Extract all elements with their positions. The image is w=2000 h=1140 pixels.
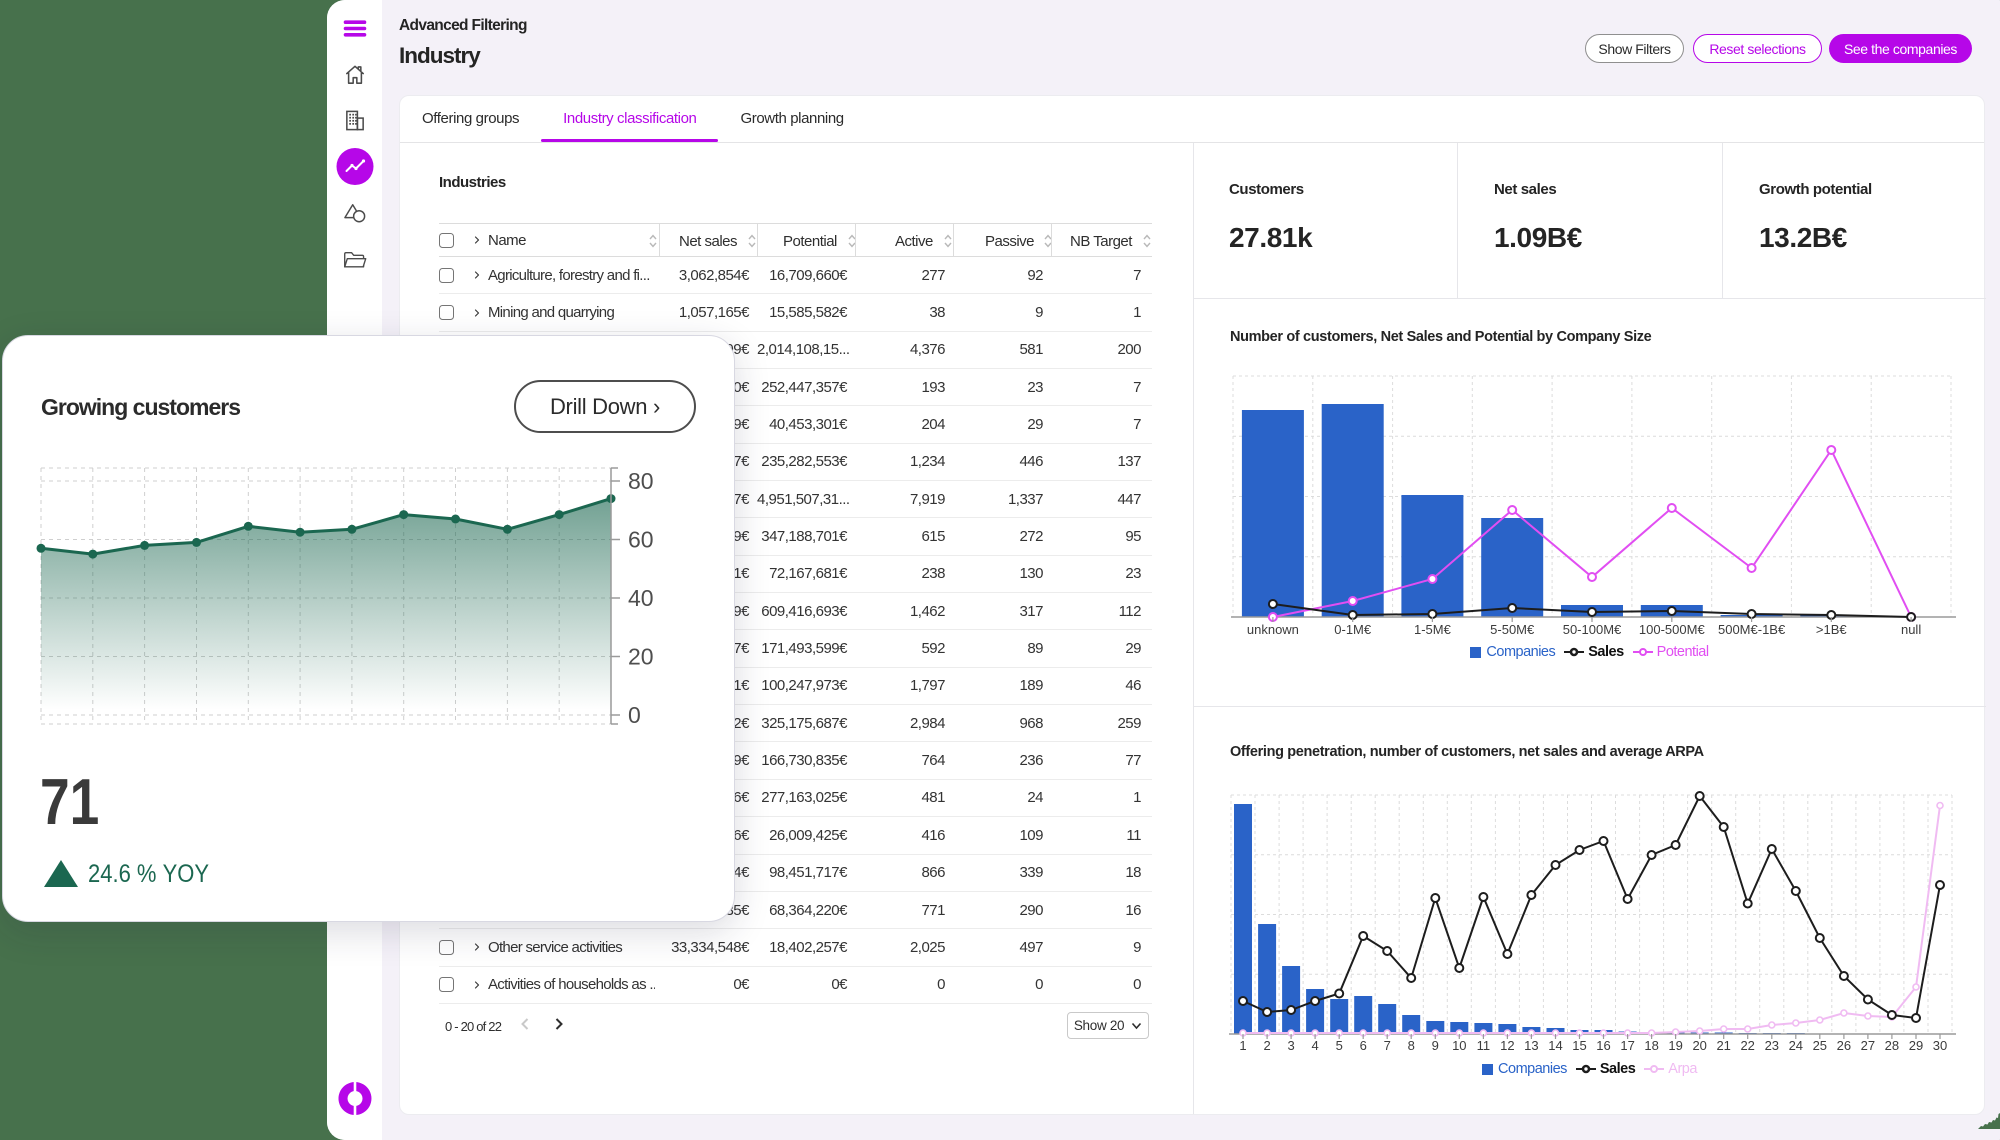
svg-text:100-500M€: 100-500M€ (1639, 622, 1706, 637)
svg-text:>1B€: >1B€ (1816, 622, 1847, 637)
svg-text:12: 12 (1500, 1038, 1514, 1053)
svg-text:60: 60 (628, 527, 654, 553)
svg-text:16: 16 (1596, 1038, 1610, 1053)
svg-text:23: 23 (1765, 1038, 1779, 1053)
svg-text:0: 0 (628, 702, 641, 728)
svg-text:5-50M€: 5-50M€ (1490, 622, 1535, 637)
svg-text:22: 22 (1740, 1038, 1754, 1053)
svg-text:40: 40 (628, 585, 654, 611)
svg-text:25: 25 (1813, 1038, 1827, 1053)
svg-text:20: 20 (628, 644, 654, 670)
svg-text:13: 13 (1524, 1038, 1538, 1053)
svg-text:6: 6 (1360, 1038, 1367, 1053)
svg-text:7: 7 (1384, 1038, 1391, 1053)
svg-text:17: 17 (1620, 1038, 1634, 1053)
svg-text:28: 28 (1885, 1038, 1899, 1053)
svg-text:15: 15 (1572, 1038, 1586, 1053)
svg-text:80: 80 (628, 468, 654, 494)
svg-text:null: null (1901, 622, 1921, 637)
svg-text:1: 1 (1239, 1038, 1246, 1053)
svg-text:9: 9 (1432, 1038, 1439, 1053)
svg-text:14: 14 (1548, 1038, 1562, 1053)
svg-text:unknown: unknown (1247, 622, 1299, 637)
svg-text:5: 5 (1336, 1038, 1343, 1053)
svg-text:2: 2 (1263, 1038, 1270, 1053)
svg-text:10: 10 (1452, 1038, 1466, 1053)
svg-text:21: 21 (1716, 1038, 1730, 1053)
svg-text:20: 20 (1692, 1038, 1706, 1053)
svg-text:4: 4 (1311, 1038, 1318, 1053)
svg-text:11: 11 (1477, 1038, 1491, 1053)
svg-text:24: 24 (1789, 1038, 1803, 1053)
svg-text:3: 3 (1287, 1038, 1294, 1053)
svg-text:1-5M€: 1-5M€ (1414, 622, 1452, 637)
svg-text:8: 8 (1408, 1038, 1415, 1053)
svg-text:18: 18 (1644, 1038, 1658, 1053)
svg-text:26: 26 (1837, 1038, 1851, 1053)
svg-text:0-1M€: 0-1M€ (1334, 622, 1372, 637)
svg-text:500M€-1B€: 500M€-1B€ (1718, 622, 1786, 637)
svg-text:30: 30 (1933, 1038, 1947, 1053)
svg-text:29: 29 (1909, 1038, 1923, 1053)
svg-text:19: 19 (1668, 1038, 1682, 1053)
svg-text:50-100M€: 50-100M€ (1563, 622, 1622, 637)
svg-text:27: 27 (1861, 1038, 1875, 1053)
